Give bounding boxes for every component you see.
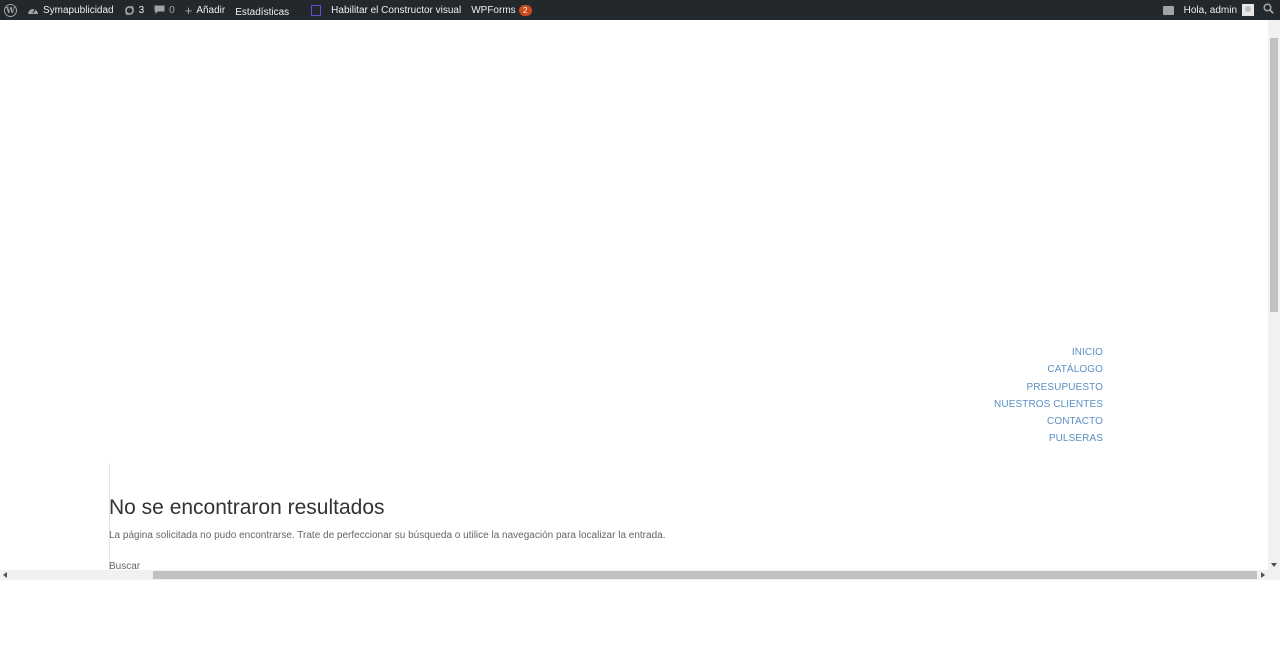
admin-search[interactable] <box>1258 0 1280 20</box>
nav-link-pulseras[interactable]: PULSERAS <box>994 430 1103 447</box>
my-account-menu[interactable]: Hola, admin <box>1179 0 1258 20</box>
plus-icon: + <box>184 2 193 18</box>
nav-link-nuestros-clientes[interactable]: NUESTROS CLIENTES <box>994 396 1103 413</box>
updates-count: 3 <box>138 4 145 16</box>
page-title: No se encontraron resultados <box>109 496 385 519</box>
visual-builder-label: Habilitar el Constructor visual <box>331 4 462 16</box>
stats-broken-image: Estadísticas <box>235 7 290 18</box>
account-greeting: Hola, admin <box>1183 4 1237 16</box>
add-new-label: Añadir <box>196 4 226 16</box>
wpforms-count-badge: 2 <box>518 4 532 16</box>
scroll-left-arrow-icon[interactable] <box>3 572 7 578</box>
nav-link-inicio[interactable]: INICIO <box>994 344 1103 361</box>
admin-bar: W Symapublicidad 3 0 + Añadir Estadístic… <box>0 0 1280 20</box>
dashboard-icon <box>27 5 39 15</box>
nav-link-catalogo[interactable]: CATÁLOGO <box>994 361 1103 378</box>
wpforms-menu[interactable]: WPForms 2 <box>466 0 536 20</box>
vertical-scrollbar[interactable] <box>1268 20 1280 570</box>
scroll-down-arrow-icon[interactable] <box>1271 563 1277 567</box>
nav-link-contacto[interactable]: CONTACTO <box>994 413 1103 430</box>
horizontal-scrollbar-thumb[interactable] <box>153 571 1257 579</box>
updates-menu[interactable]: 3 <box>119 0 150 20</box>
scrollbar-corner <box>1268 570 1280 580</box>
screen-options-menu[interactable] <box>1158 0 1179 20</box>
notification-icon <box>1162 5 1174 15</box>
comment-bubble-icon <box>154 5 165 15</box>
wpforms-label: WPForms <box>471 4 516 16</box>
comments-menu[interactable]: 0 <box>149 0 180 20</box>
not-found-message: La página solicitada no pudo encontrarse… <box>109 530 666 541</box>
nav-link-presupuesto[interactable]: PRESUPUESTO <box>994 379 1103 396</box>
vertical-scrollbar-thumb[interactable] <box>1270 38 1278 312</box>
avatar <box>1242 4 1254 16</box>
site-name: Symapublicidad <box>43 4 114 16</box>
horizontal-scrollbar[interactable] <box>0 570 1268 580</box>
search-icon <box>1263 3 1274 17</box>
stats-menu[interactable]: Estadísticas <box>230 0 294 20</box>
visual-builder-menu[interactable]: Habilitar el Constructor visual <box>306 0 466 20</box>
scroll-right-arrow-icon[interactable] <box>1261 572 1265 578</box>
add-new-menu[interactable]: + Añadir <box>180 0 231 20</box>
main-navigation: INICIO CATÁLOGO PRESUPUESTO NUESTROS CLI… <box>994 344 1103 448</box>
site-name-menu[interactable]: Symapublicidad <box>22 0 119 20</box>
comments-count: 0 <box>169 4 175 16</box>
updates-icon <box>124 5 135 16</box>
wordpress-logo-icon: W <box>4 3 17 17</box>
wordpress-menu[interactable]: W <box>0 0 22 20</box>
divi-builder-icon <box>311 4 322 16</box>
